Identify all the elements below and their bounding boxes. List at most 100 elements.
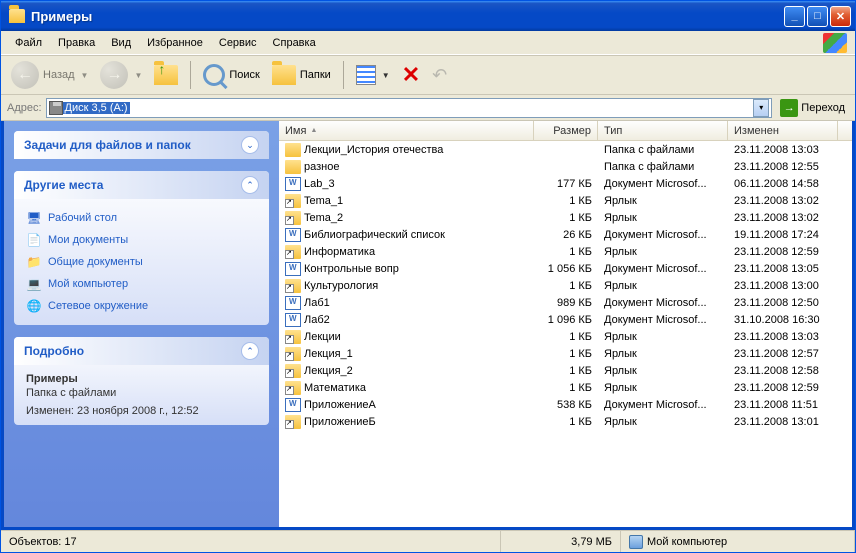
folders-button[interactable]: Папки <box>268 63 335 87</box>
file-modified: 23.11.2008 13:02 <box>728 195 838 207</box>
undo-button[interactable]: ↶ <box>428 63 451 88</box>
file-type: Папка с файлами <box>598 144 728 156</box>
file-row[interactable]: ПриложениеА538 КБДокумент Microsof...23.… <box>279 396 852 413</box>
file-row[interactable]: Библиографический список26 КБДокумент Mi… <box>279 226 852 243</box>
file-row[interactable]: Лекция_21 КБЯрлык23.11.2008 12:58 <box>279 362 852 379</box>
menu-tools[interactable]: Сервис <box>211 35 265 51</box>
file-type: Папка с файлами <box>598 161 728 173</box>
forward-arrow-icon: → <box>100 61 128 89</box>
menu-view[interactable]: Вид <box>103 35 139 51</box>
file-row[interactable]: ПриложениеБ1 КБЯрлык23.11.2008 13:01 <box>279 413 852 430</box>
place-icon: 🌐 <box>26 298 42 314</box>
file-rows[interactable]: Лекции_История отечестваПапка с файлами2… <box>279 141 852 527</box>
separator <box>190 61 191 89</box>
file-row[interactable]: Лекции_История отечестваПапка с файлами2… <box>279 141 852 158</box>
places-header[interactable]: Другие места ⌃ <box>14 171 269 199</box>
file-size: 1 КБ <box>534 416 598 428</box>
file-name: Лаб2 <box>304 314 330 326</box>
file-name: разное <box>304 161 339 173</box>
window-folder-icon <box>9 9 25 23</box>
up-button[interactable]: ↑ <box>150 63 182 87</box>
maximize-button[interactable]: □ <box>807 6 828 27</box>
minimize-button[interactable]: _ <box>784 6 805 27</box>
chevron-up-icon[interactable]: ⌃ <box>241 176 259 194</box>
search-button[interactable]: Поиск <box>199 62 263 88</box>
file-name: ПриложениеА <box>304 399 376 411</box>
file-row[interactable]: Информатика1 КБЯрлык23.11.2008 12:59 <box>279 243 852 260</box>
file-row[interactable]: Культурология1 КБЯрлык23.11.2008 13:00 <box>279 277 852 294</box>
place-label: Сетевое окружение <box>48 300 148 312</box>
back-label: Назад <box>43 69 75 81</box>
file-type: Документ Microsof... <box>598 399 728 411</box>
status-size: 3,79 МБ <box>501 531 621 552</box>
place-link[interactable]: 🖥Рабочий стол <box>26 207 257 229</box>
place-link[interactable]: 📄Мои документы <box>26 229 257 251</box>
menu-edit[interactable]: Правка <box>50 35 103 51</box>
file-type: Документ Microsof... <box>598 297 728 309</box>
details-modified: Изменен: 23 ноября 2008 г., 12:52 <box>26 405 257 417</box>
place-link[interactable]: 📁Общие документы <box>26 251 257 273</box>
back-dropdown-icon[interactable]: ▼ <box>81 71 89 80</box>
file-size: 1 КБ <box>534 246 598 258</box>
file-size: 26 КБ <box>534 229 598 241</box>
delete-button[interactable]: ✕ <box>398 60 424 90</box>
file-row[interactable]: Лаб1989 КБДокумент Microsof...23.11.2008… <box>279 294 852 311</box>
go-button[interactable]: → Переход <box>776 99 849 117</box>
back-button[interactable]: ← Назад ▼ <box>7 59 92 91</box>
place-icon: 📄 <box>26 232 42 248</box>
file-row[interactable]: Лаб21 096 КБДокумент Microsof...31.10.20… <box>279 311 852 328</box>
file-row[interactable]: Лекции1 КБЯрлык23.11.2008 13:03 <box>279 328 852 345</box>
details-header[interactable]: Подробно ⌃ <box>14 337 269 365</box>
word-icon <box>285 398 301 412</box>
place-link[interactable]: 🌐 Сетевое окружение <box>26 295 257 317</box>
address-dropdown-icon[interactable]: ▾ <box>753 99 769 117</box>
file-name: Математика <box>304 382 366 394</box>
file-row[interactable]: разное Папка с файлами23.11.2008 12:55 <box>279 158 852 175</box>
file-name: Lab_3 <box>304 178 335 190</box>
file-row[interactable]: Lab_3177 КБДокумент Microsof...06.11.200… <box>279 175 852 192</box>
place-link[interactable]: 💻Мой компьютер <box>26 273 257 295</box>
file-modified: 23.11.2008 12:50 <box>728 297 838 309</box>
file-row[interactable]: Математика1 КБЯрлык23.11.2008 12:59 <box>279 379 852 396</box>
tasks-title: Задачи для файлов и папок <box>24 138 241 152</box>
shortcut-icon <box>285 330 301 344</box>
place-icon: 🖥 <box>26 210 42 226</box>
views-dropdown-icon[interactable]: ▼ <box>382 71 390 80</box>
column-name[interactable]: Имя▲ <box>279 121 534 140</box>
file-row[interactable]: Лекция_11 КБЯрлык23.11.2008 12:57 <box>279 345 852 362</box>
forward-button[interactable]: → ▼ <box>96 59 146 91</box>
titlebar[interactable]: Примеры _ □ ✕ <box>1 1 855 31</box>
file-row[interactable]: Tema_21 КБЯрлык23.11.2008 13:02 <box>279 209 852 226</box>
file-size: 1 КБ <box>534 348 598 360</box>
chevron-down-icon[interactable]: ⌄ <box>241 136 259 154</box>
go-arrow-icon: → <box>780 99 798 117</box>
file-row[interactable]: Tema_11 КБЯрлык23.11.2008 13:02 <box>279 192 852 209</box>
menu-favorites[interactable]: Избранное <box>139 35 211 51</box>
status-objects: Объектов: 17 <box>1 531 501 552</box>
file-type: Ярлык <box>598 382 728 394</box>
tasks-header[interactable]: Задачи для файлов и папок ⌄ <box>14 131 269 159</box>
column-modified[interactable]: Изменен <box>728 121 838 140</box>
file-type: Документ Microsof... <box>598 229 728 241</box>
forward-dropdown-icon[interactable]: ▼ <box>134 71 142 80</box>
file-modified: 23.11.2008 12:59 <box>728 246 838 258</box>
column-headers: Имя▲ Размер Тип Изменен <box>279 121 852 141</box>
file-modified: 23.11.2008 12:58 <box>728 365 838 377</box>
chevron-up-icon[interactable]: ⌃ <box>241 342 259 360</box>
place-label: Общие документы <box>48 256 143 268</box>
file-type: Ярлык <box>598 280 728 292</box>
search-icon <box>203 64 225 86</box>
close-button[interactable]: ✕ <box>830 6 851 27</box>
file-modified: 23.11.2008 13:05 <box>728 263 838 275</box>
column-size[interactable]: Размер <box>534 121 598 140</box>
file-row[interactable]: Контрольные вопр1 056 КБДокумент Microso… <box>279 260 852 277</box>
file-type: Ярлык <box>598 246 728 258</box>
address-combo[interactable]: Диск 3,5 (A:) ▾ <box>46 98 773 118</box>
column-type[interactable]: Тип <box>598 121 728 140</box>
file-modified: 23.11.2008 12:55 <box>728 161 838 173</box>
folder-icon <box>285 160 301 174</box>
shortcut-icon <box>285 211 301 225</box>
menu-file[interactable]: Файл <box>7 35 50 51</box>
menu-help[interactable]: Справка <box>265 35 324 51</box>
views-button[interactable]: ▼ <box>352 63 394 87</box>
